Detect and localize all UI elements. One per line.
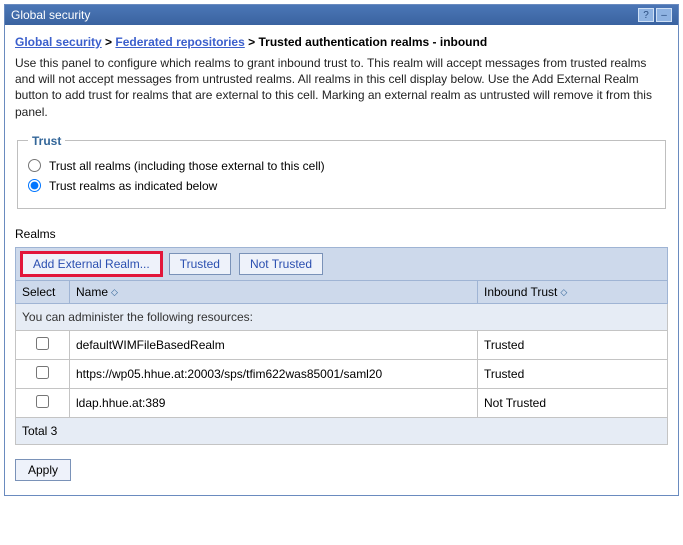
trust-legend: Trust xyxy=(28,134,65,148)
trust-option-indicated: Trust realms as indicated below xyxy=(28,176,655,196)
radio-trust-all-label: Trust all realms (including those extern… xyxy=(49,159,325,173)
breadcrumb-sep: > xyxy=(105,35,112,49)
trust-option-all: Trust all realms (including those extern… xyxy=(28,156,655,176)
col-select: Select xyxy=(16,280,70,303)
row-select-checkbox[interactable] xyxy=(36,366,49,379)
col-inbound-trust[interactable]: Inbound Trust◇ xyxy=(478,280,668,303)
radio-trust-indicated[interactable] xyxy=(28,179,41,192)
titlebar-title: Global security xyxy=(11,8,90,22)
minimize-icon[interactable]: – xyxy=(656,8,672,22)
titlebar: Global security ? – xyxy=(5,5,678,25)
panel-global-security: Global security ? – Global security > Fe… xyxy=(4,4,679,496)
col-inbound-label: Inbound Trust xyxy=(484,285,557,299)
not-trusted-button[interactable]: Not Trusted xyxy=(239,253,323,275)
table-row: https://wp05.hhue.at:20003/sps/tfim622wa… xyxy=(16,359,668,388)
radio-trust-indicated-label: Trust realms as indicated below xyxy=(49,179,217,193)
breadcrumb-current: Trusted authentication realms - inbound xyxy=(258,35,487,49)
table-footer: Total 3 xyxy=(16,417,668,444)
realm-trust: Trusted xyxy=(478,330,668,359)
col-name[interactable]: Name◇ xyxy=(70,280,478,303)
titlebar-icons: ? – xyxy=(638,8,672,22)
table-footer-text: Total 3 xyxy=(16,417,668,444)
table-row: defaultWIMFileBasedRealm Trusted xyxy=(16,330,668,359)
realm-trust: Trusted xyxy=(478,359,668,388)
trust-fieldset: Trust Trust all realms (including those … xyxy=(17,134,666,209)
col-name-label: Name xyxy=(76,285,108,299)
breadcrumb: Global security > Federated repositories… xyxy=(15,35,668,49)
table-subheader: You can administer the following resourc… xyxy=(16,303,668,330)
apply-row: Apply xyxy=(15,459,668,481)
realms-label: Realms xyxy=(15,227,668,241)
sort-icon: ◇ xyxy=(111,289,118,295)
radio-trust-all[interactable] xyxy=(28,159,41,172)
table-subheader-text: You can administer the following resourc… xyxy=(16,303,668,330)
trusted-button[interactable]: Trusted xyxy=(169,253,231,275)
help-icon[interactable]: ? xyxy=(638,8,654,22)
realm-trust: Not Trusted xyxy=(478,388,668,417)
realm-name: https://wp05.hhue.at:20003/sps/tfim622wa… xyxy=(70,359,478,388)
panel-content: Global security > Federated repositories… xyxy=(5,25,678,495)
row-select-checkbox[interactable] xyxy=(36,395,49,408)
realm-name: defaultWIMFileBasedRealm xyxy=(70,330,478,359)
add-external-realm-button[interactable]: Add External Realm... xyxy=(22,253,161,275)
apply-button[interactable]: Apply xyxy=(15,459,71,481)
sort-icon: ◇ xyxy=(560,289,567,295)
realms-toolbar: Add External Realm... Trusted Not Truste… xyxy=(15,247,668,280)
breadcrumb-link-federated-repositories[interactable]: Federated repositories xyxy=(115,35,244,49)
realms-table: Select Name◇ Inbound Trust◇ You can admi… xyxy=(15,280,668,445)
panel-description: Use this panel to configure which realms… xyxy=(15,55,668,120)
realm-name: ldap.hhue.at:389 xyxy=(70,388,478,417)
breadcrumb-link-global-security[interactable]: Global security xyxy=(15,35,102,49)
row-select-checkbox[interactable] xyxy=(36,337,49,350)
breadcrumb-sep: > xyxy=(248,35,255,49)
table-row: ldap.hhue.at:389 Not Trusted xyxy=(16,388,668,417)
